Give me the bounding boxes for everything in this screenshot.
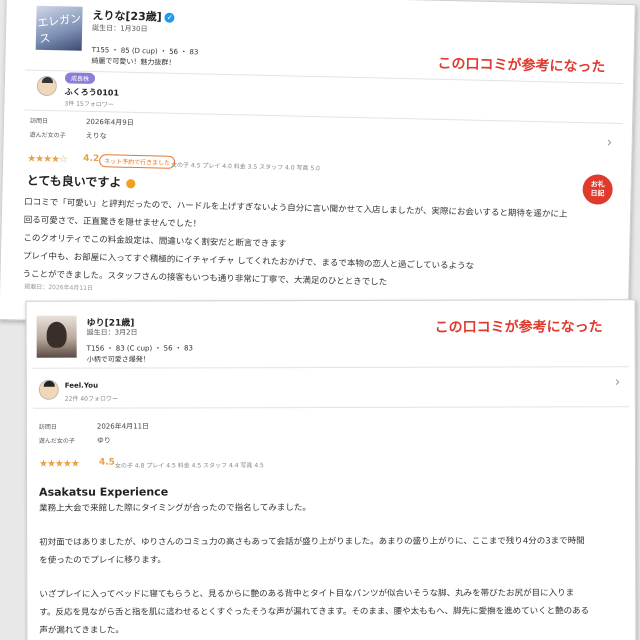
review-card-yuri: ゆり[21歳] 誕生日：3月2日 T156 ・ 83 (C cup) ・ 56 … xyxy=(25,299,637,640)
review-body-line: いざプレイに入ってベッドに寝てもらうと、見るからに艶のある背中とタイト目なパンツ… xyxy=(39,588,575,600)
verified-icon: ✓ xyxy=(164,12,175,23)
sub-scores: 女の子 4.8 プレイ 4.5 料金 4.5 スタッフ 4.4 写真 4.5 xyxy=(114,462,264,470)
girl-birthday: 誕生日：3月2日 xyxy=(86,328,138,337)
star-rating: ★★★★★ xyxy=(38,458,79,470)
reviewer-stats: 22件 40フォロワー xyxy=(64,395,119,403)
divider xyxy=(32,406,629,409)
companion-label: 遊んだ女の子 xyxy=(38,437,75,445)
chevron-right-icon[interactable]: › xyxy=(607,135,613,151)
review-card-erina: エレガンス えりな[23歳] ✓ 誕生日：1月30日 T155 ・ 85 (D c… xyxy=(0,0,636,335)
review-title: Asakatsu Experience xyxy=(39,485,169,499)
divider xyxy=(32,366,629,369)
review-body-line: す。反応を見ながら舌と指を肌に這わせるとくすぐったそうな声が漏れてきます。そのま… xyxy=(39,606,590,618)
visit-date-label: 訪問日 xyxy=(38,423,57,431)
photo-watermark: エレガンス xyxy=(36,11,82,46)
star-rating: ★★★★☆ xyxy=(27,153,68,166)
review-body-line: 業務上大会で来館した際にタイミングが合ったので指名してみました。 xyxy=(39,503,311,514)
thanks-diary-icon[interactable]: お礼 日記 xyxy=(582,174,613,205)
reviewer-name[interactable]: Feel.You xyxy=(65,382,98,390)
visit-date-value: 2026年4月11日 xyxy=(96,422,150,431)
review-body-line: 声が漏れてきました。 xyxy=(39,625,124,636)
girl-birthday: 誕生日：1月30日 xyxy=(92,23,148,34)
visit-date-label: 訪問日 xyxy=(29,117,49,125)
girl-specs: T156 ・ 83 (C cup) ・ 56 ・ 83 xyxy=(86,344,193,353)
companion-value: ゆり xyxy=(96,436,111,445)
rating-score: 4.2 xyxy=(83,153,100,165)
girl-photo[interactable] xyxy=(36,315,77,358)
review-body-line: を使ったのでプレイに移ります。 xyxy=(39,555,166,566)
reviewer-stats: 3件 15フォロワー xyxy=(64,100,114,109)
smile-emoji-icon: ● xyxy=(125,175,137,190)
girl-photo[interactable]: エレガンス xyxy=(35,5,83,51)
sub-scores: 女の子 4.5 プレイ 4.0 料金 3.5 スタッフ 4.0 写真 5.0 xyxy=(170,161,320,173)
reviewer-avatar-icon[interactable] xyxy=(38,379,59,400)
review-title-text: とても良いですよ xyxy=(26,173,122,190)
helpful-button[interactable]: この口コミが参考になった xyxy=(435,316,603,336)
helpful-button[interactable]: この口コミが参考になった xyxy=(437,53,605,77)
posted-date: 掲載日：2026年4月11日 xyxy=(24,283,94,293)
girl-name-text: えりな[23歳] xyxy=(92,8,162,24)
girl-tagline: 綺麗で可愛い！魅力抜群！ xyxy=(91,56,176,67)
girl-name[interactable]: えりな[23歳] ✓ xyxy=(92,7,175,25)
companion-label: 遊んだ女の子 xyxy=(29,131,66,140)
rating-score: 4.5 xyxy=(98,457,115,468)
net-reservation-badge: ネット予約で行きました xyxy=(99,154,176,169)
review-body-line: 初対面ではありましたが、ゆりさんのコミュ力の高さもあって会話が盛り上がりました。… xyxy=(39,536,585,548)
visit-date-value: 2026年4月9日 xyxy=(85,117,134,127)
companion-value: えりな xyxy=(85,131,107,141)
chevron-right-icon[interactable]: › xyxy=(615,374,621,390)
review-title: とても良いですよ ● xyxy=(27,172,137,191)
reviewer-name[interactable]: ふくろう0101 xyxy=(65,86,120,98)
reviewer-rank-badge: 成長株 xyxy=(64,72,96,85)
reviewer-avatar-icon[interactable] xyxy=(36,75,58,97)
girl-tagline: 小柄で可愛さ爆発！ xyxy=(86,355,150,364)
diary-stamp-line2: 日記 xyxy=(590,189,605,198)
